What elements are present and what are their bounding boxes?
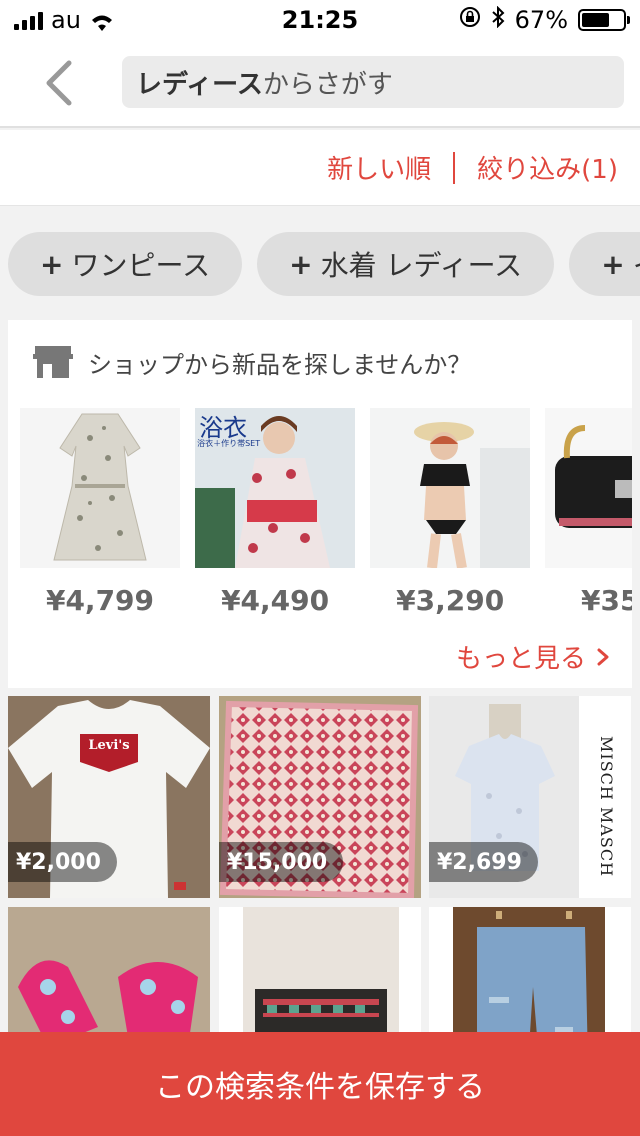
yukata-image: 浴衣 浴衣＋作り帯SET [195, 408, 356, 568]
filter-button[interactable]: 絞り込み(1) [477, 149, 618, 186]
plus-icon: + [40, 247, 64, 281]
see-more-label: もっと見る [455, 644, 586, 674]
shop-panel: ショップから新品を探しませんか？ ¥4,799 浴衣 浴衣＋作り帯SET ¥4,… [8, 320, 632, 688]
chip-onepiece[interactable]: + ワンピース [8, 232, 243, 296]
plus-icon: + [601, 247, 625, 281]
chip-label: 水着 レディース [320, 249, 523, 282]
battery-percent: 67% [514, 6, 568, 34]
price-tag: ¥2,000 [8, 842, 117, 882]
chip-label: イ [633, 244, 640, 284]
shop-item-price: ¥4,490 [221, 584, 330, 617]
brand-logo: MISCH MASCH [597, 736, 616, 878]
price-tag: ¥2,699 [429, 842, 538, 882]
shop-item-price: ¥35,8 [580, 584, 632, 617]
signal-strength-icon [14, 10, 43, 30]
shop-icon [33, 346, 73, 378]
wifi-icon [89, 10, 115, 31]
chip-label: ワンピース [71, 249, 211, 282]
shop-item[interactable]: ¥3,290 [370, 408, 531, 617]
header: レディース からさがす [0, 40, 640, 128]
shop-item[interactable]: 浴衣 浴衣＋作り帯SET ¥4,490 [195, 408, 356, 617]
status-time: 21:25 [281, 6, 359, 34]
product-tile[interactable]: ¥15,000 [219, 696, 421, 898]
plus-icon: + [289, 247, 313, 281]
search-keyword: レディース [136, 69, 263, 100]
swimwear-image [370, 408, 531, 568]
shop-item-price: ¥4,799 [45, 584, 155, 617]
chevron-right-icon [597, 648, 609, 665]
product-tile[interactable]: Levi's ¥2,000 [8, 696, 210, 898]
save-search-button[interactable]: この検索条件を保存する [0, 1032, 640, 1136]
divider [453, 151, 456, 184]
chip-swimwear[interactable]: + 水着 レディース [257, 232, 555, 296]
sort-newest-button[interactable]: 新しい順 [327, 149, 431, 186]
yukata-subtitle: 浴衣＋作り帯SET [197, 439, 261, 448]
shop-item[interactable]: ¥4,799 [20, 408, 180, 617]
chevron-left-icon [46, 60, 72, 106]
rotation-lock-icon [459, 6, 481, 34]
product-tile[interactable]: MISCH MASCH ¥2,699 [429, 696, 631, 898]
sort-bar: 新しい順 絞り込み(1) [0, 130, 640, 206]
shop-item-price: ¥3,290 [396, 584, 505, 617]
see-more-link[interactable]: もっと見る [456, 638, 610, 675]
back-button[interactable] [36, 58, 80, 108]
shop-heading: ショップから新品を探しませんか？ [32, 344, 471, 380]
dress-image [20, 408, 180, 568]
shop-carousel: ¥4,799 浴衣 浴衣＋作り帯SET ¥4,490 ¥3,290 ¥35,8 [20, 408, 632, 628]
price-tag: ¥15,000 [219, 842, 344, 882]
bag-image [545, 408, 632, 568]
carrier-label: au [51, 6, 81, 34]
search-suffix: からさがす [262, 69, 393, 100]
suggestion-chips: +ワンピース +水着 レディース +イ [8, 232, 640, 298]
bluetooth-icon [491, 5, 505, 34]
status-bar: au 21:25 67% [0, 0, 640, 40]
battery-icon [578, 9, 630, 31]
levis-logo: Levi's [88, 738, 130, 753]
shop-heading-text: ショップから新品を探しませんか？ [88, 350, 472, 379]
chip-more[interactable]: +イ [569, 232, 640, 296]
shop-item[interactable]: ¥35,8 [545, 408, 632, 617]
search-input[interactable]: レディース からさがす [122, 56, 624, 108]
